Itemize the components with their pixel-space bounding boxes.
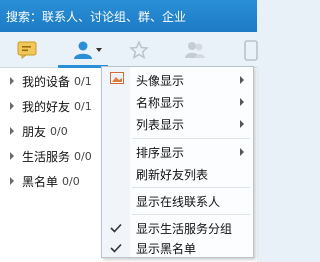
menu-separator xyxy=(132,187,250,188)
group-name: 我的好友 xyxy=(22,99,71,114)
group-name: 朋友 xyxy=(22,124,47,139)
checkmark-icon xyxy=(110,222,122,236)
favorites-icon[interactable] xyxy=(126,38,152,62)
expand-caret-icon[interactable] xyxy=(10,77,14,85)
search-placeholder: 搜索：联系人、讨论组、群、企业 xyxy=(6,9,187,24)
group-count: 0/1 xyxy=(74,74,92,88)
toolbar xyxy=(0,32,258,68)
group-icon[interactable] xyxy=(182,38,208,62)
menu-item-show-blacklist[interactable]: 显示黑名单 xyxy=(102,237,253,259)
contacts-icon[interactable] xyxy=(70,38,104,62)
menu-item-show-life-service[interactable]: 显示生活服务分组 xyxy=(102,217,253,239)
message-icon[interactable] xyxy=(14,38,40,62)
group-count: 0/0 xyxy=(50,124,68,138)
submenu-arrow-icon xyxy=(240,120,244,128)
search-bar[interactable]: 搜索：联系人、讨论组、群、企业 xyxy=(0,0,257,32)
expand-caret-icon[interactable] xyxy=(10,177,14,185)
menu-item-list-display[interactable]: 列表显示 xyxy=(102,113,253,135)
group-count: 0/0 xyxy=(74,149,92,163)
expand-caret-icon[interactable] xyxy=(10,127,14,135)
contact-list-context-menu: 头像显示 名称显示 列表显示 排序显示 刷新好友列表 显示在线联系人 显示生活服… xyxy=(101,66,254,258)
menu-item-refresh-friends[interactable]: 刷新好友列表 xyxy=(102,163,253,185)
expand-caret-icon[interactable] xyxy=(10,102,14,110)
submenu-arrow-icon xyxy=(240,76,244,84)
group-name: 我的设备 xyxy=(22,74,71,89)
menu-item-sort-display[interactable]: 排序显示 xyxy=(102,141,253,163)
menu-separator xyxy=(132,214,250,215)
menu-item-avatar-display[interactable]: 头像显示 xyxy=(102,69,253,91)
group-name: 生活服务 xyxy=(22,149,71,164)
checkmark-icon xyxy=(110,242,122,256)
menu-separator xyxy=(132,138,250,139)
submenu-arrow-icon xyxy=(240,148,244,156)
phone-icon[interactable] xyxy=(238,38,264,62)
group-count: 0/0 xyxy=(62,174,80,188)
group-count: 0/1 xyxy=(74,99,92,113)
menu-item-show-online[interactable]: 显示在线联系人 xyxy=(102,190,253,212)
submenu-arrow-icon xyxy=(240,98,244,106)
group-name: 黑名单 xyxy=(22,174,59,189)
expand-caret-icon[interactable] xyxy=(10,152,14,160)
menu-item-name-display[interactable]: 名称显示 xyxy=(102,91,253,113)
